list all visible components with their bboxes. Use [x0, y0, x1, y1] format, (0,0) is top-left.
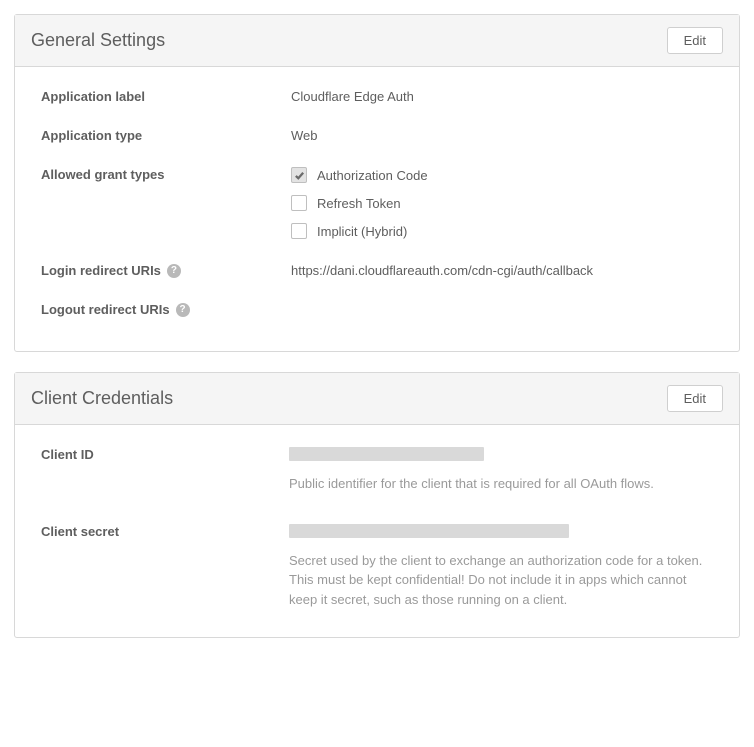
- application-label-row: Application label Cloudflare Edge Auth: [41, 89, 713, 104]
- client-id-description: Public identifier for the client that is…: [289, 474, 713, 494]
- checkbox-authorization-code[interactable]: [291, 167, 307, 183]
- general-settings-title: General Settings: [31, 30, 165, 51]
- general-settings-body: Application label Cloudflare Edge Auth A…: [15, 67, 739, 351]
- edit-general-button[interactable]: Edit: [667, 27, 723, 54]
- application-label-value: Cloudflare Edge Auth: [291, 89, 713, 104]
- check-icon: [294, 170, 305, 181]
- application-type-row: Application type Web: [41, 128, 713, 143]
- logout-redirect-row: Logout redirect URIs ?: [41, 302, 713, 317]
- client-secret-description: Secret used by the client to exchange an…: [289, 551, 713, 610]
- help-icon[interactable]: ?: [167, 264, 181, 278]
- client-id-redacted: [289, 447, 484, 461]
- grant-types-group: Authorization Code Refresh Token Implici…: [291, 167, 713, 239]
- grant-type-label: Implicit (Hybrid): [317, 224, 407, 239]
- general-settings-panel: General Settings Edit Application label …: [14, 14, 740, 352]
- grant-types-row: Allowed grant types Authorization Code R…: [41, 167, 713, 239]
- client-secret-value-wrap: Secret used by the client to exchange an…: [289, 524, 713, 610]
- client-id-label: Client ID: [41, 447, 289, 462]
- checkbox-refresh-token[interactable]: [291, 195, 307, 211]
- general-settings-header: General Settings Edit: [15, 15, 739, 67]
- login-redirect-label-wrap: Login redirect URIs ?: [41, 263, 291, 278]
- grant-types-label: Allowed grant types: [41, 167, 291, 182]
- logout-redirect-label-wrap: Logout redirect URIs ?: [41, 302, 291, 317]
- client-credentials-title: Client Credentials: [31, 388, 173, 409]
- client-credentials-panel: Client Credentials Edit Client ID Public…: [14, 372, 740, 638]
- login-redirect-value: https://dani.cloudflareauth.com/cdn-cgi/…: [291, 263, 713, 278]
- application-label-label: Application label: [41, 89, 291, 104]
- grant-type-refresh-token: Refresh Token: [291, 195, 713, 211]
- client-secret-row: Client secret Secret used by the client …: [41, 524, 713, 610]
- logout-redirect-label: Logout redirect URIs: [41, 302, 170, 317]
- client-secret-label: Client secret: [41, 524, 289, 539]
- grant-type-authorization-code: Authorization Code: [291, 167, 713, 183]
- grant-type-label: Authorization Code: [317, 168, 428, 183]
- application-type-value: Web: [291, 128, 713, 143]
- client-credentials-header: Client Credentials Edit: [15, 373, 739, 425]
- edit-credentials-button[interactable]: Edit: [667, 385, 723, 412]
- client-id-row: Client ID Public identifier for the clie…: [41, 447, 713, 494]
- checkbox-implicit[interactable]: [291, 223, 307, 239]
- help-icon[interactable]: ?: [176, 303, 190, 317]
- login-redirect-row: Login redirect URIs ? https://dani.cloud…: [41, 263, 713, 278]
- client-secret-redacted: [289, 524, 569, 538]
- client-id-value-wrap: Public identifier for the client that is…: [289, 447, 713, 494]
- grant-type-implicit: Implicit (Hybrid): [291, 223, 713, 239]
- application-type-label: Application type: [41, 128, 291, 143]
- grant-type-label: Refresh Token: [317, 196, 401, 211]
- client-credentials-body: Client ID Public identifier for the clie…: [15, 425, 739, 637]
- login-redirect-label: Login redirect URIs: [41, 263, 161, 278]
